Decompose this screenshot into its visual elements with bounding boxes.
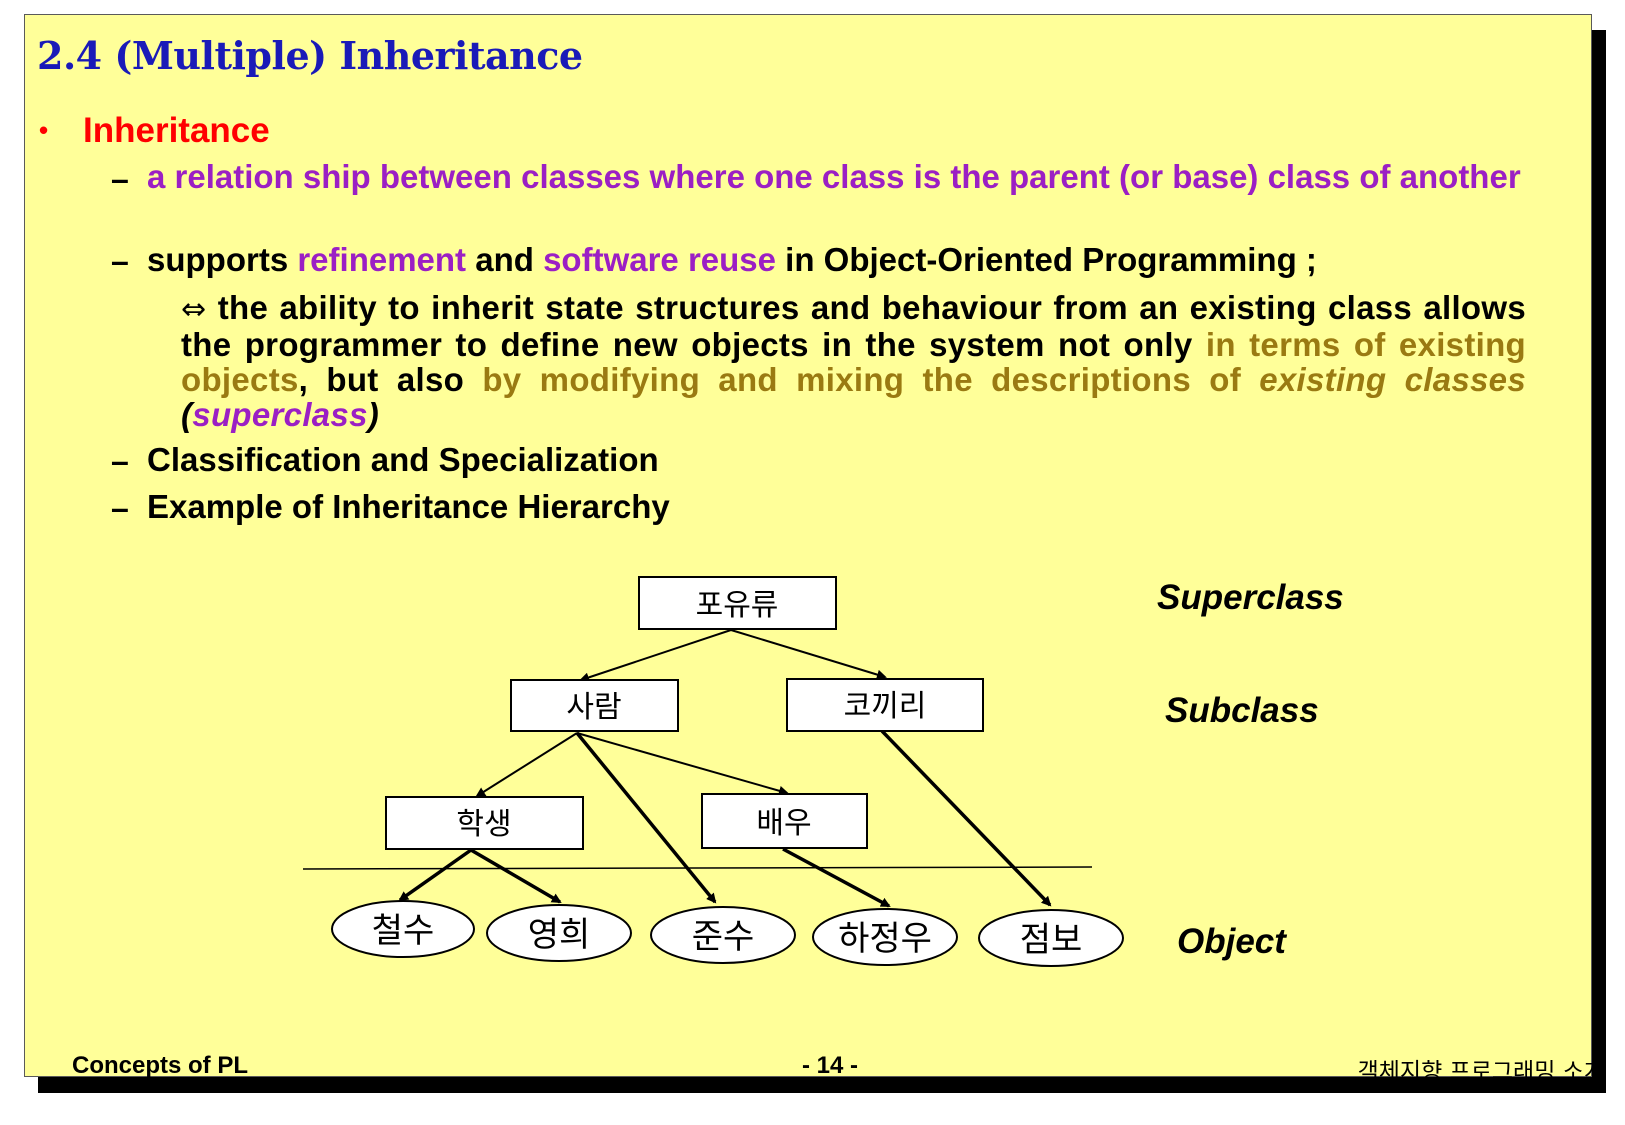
- node-person: 사람: [510, 679, 679, 732]
- edge-student-cheolsu: [398, 848, 473, 902]
- node-root: 포유류: [638, 576, 837, 630]
- object-jumbo: 점보: [978, 909, 1124, 967]
- class-object-divider: [302, 866, 1093, 870]
- edge-root-person: [579, 629, 732, 683]
- inheritance-diagram: 포유류 사람 코끼리 학생 배우 철수 영희 준수 하정우 점보: [302, 576, 1124, 967]
- diagram-connectors: [302, 629, 1093, 908]
- node-actor-label: 배우: [756, 806, 811, 841]
- object-hajeongwoo: 하정우: [812, 908, 958, 966]
- object-younghee-label: 영희: [528, 915, 591, 955]
- footer-lecture-title: 객체지향 프로그래밍 소개: [1357, 1059, 1605, 1085]
- edge-person-junsu: [575, 731, 717, 904]
- footer-course: Concepts of PL: [72, 1052, 249, 1079]
- node-elephant: 코끼리: [786, 678, 984, 732]
- edge-actor-hajeongwoo: [782, 847, 891, 908]
- slide: 2.4 (Multiple) Inheritance • Inheritance…: [24, 14, 1592, 1077]
- node-actor: 배우: [701, 793, 868, 849]
- object-junsu-label: 준수: [692, 917, 755, 957]
- edge-root-elephant: [730, 629, 887, 680]
- node-root-label: 포유류: [696, 588, 779, 623]
- object-cheolsu: 철수: [331, 900, 475, 958]
- edge-person-student: [475, 732, 578, 798]
- edge-student-younghee: [470, 848, 562, 904]
- footer-page-number: - 14 -: [802, 1052, 859, 1079]
- object-hajeongwoo-label: 하정우: [838, 919, 932, 959]
- object-jumbo-label: 점보: [1020, 920, 1083, 960]
- node-student: 학생: [385, 796, 584, 850]
- node-elephant-label: 코끼리: [844, 689, 927, 724]
- object-junsu: 준수: [650, 906, 796, 964]
- node-student-label: 학생: [456, 807, 511, 842]
- level-label-superclass: Superclass: [1157, 578, 1344, 617]
- level-label-object: Object: [1177, 922, 1286, 961]
- edge-elephant-jumbo: [880, 729, 1052, 907]
- edge-person-actor: [576, 732, 789, 796]
- level-label-subclass: Subclass: [1165, 691, 1319, 730]
- node-person-label: 사람: [566, 690, 621, 725]
- object-cheolsu-label: 철수: [372, 911, 435, 951]
- object-younghee: 영희: [486, 904, 632, 962]
